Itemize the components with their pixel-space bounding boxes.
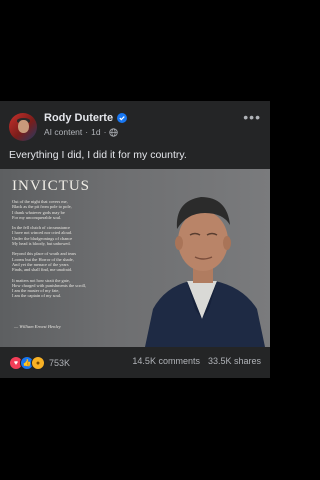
care-icon: ● (31, 356, 45, 370)
meta-separator: · (85, 127, 89, 137)
avatar-face (18, 120, 29, 133)
engagement-counts: 14.5K comments 33.5K shares (132, 356, 261, 366)
poem-line: I am the captain of my soul. (12, 293, 62, 299)
poem-line: My head is bloody, but unbowed. (12, 241, 71, 247)
shares-count[interactable]: 33.5K shares (208, 356, 261, 366)
post-time[interactable]: 1d (91, 127, 100, 137)
poem-title: INVICTUS (12, 178, 90, 194)
reactions-summary[interactable]: ♥ 👍 ● 753K (9, 356, 70, 370)
poem-stanza: It matters not how strait the gate, How … (12, 278, 137, 299)
reaction-count[interactable]: 753K (49, 358, 70, 368)
poem-stanza: Out of the night that covers me, Black a… (12, 199, 137, 220)
comments-count[interactable]: 14.5K comments (132, 356, 200, 366)
poem-line: For my unconquerable soul. (12, 214, 62, 220)
author-row: Rody Duterte (44, 112, 128, 124)
verified-badge-icon (117, 113, 128, 123)
post-stats: ♥ 👍 ● 753K 14.5K comments 33.5K shares (0, 347, 270, 378)
post-card: Rody Duterte AI content · 1d · ••• Every… (0, 101, 270, 378)
globe-icon (109, 127, 119, 137)
poem-text: Out of the night that covers me, Black a… (12, 199, 137, 304)
poem-line: Finds, and shall find, me unafraid. (12, 267, 73, 273)
ai-content-label[interactable]: AI content (44, 127, 82, 137)
poem-author: — William Ernest Henley (14, 324, 61, 329)
post-image[interactable]: INVICTUS Out of the night that covers me… (0, 169, 270, 347)
avatar[interactable] (9, 113, 37, 141)
post-meta: AI content · 1d · (44, 127, 119, 137)
poem-stanza: In the fell clutch of circumstance I hav… (12, 225, 137, 246)
portrait-illustration (145, 197, 265, 347)
post-caption: Everything I did, I did it for my countr… (9, 149, 187, 161)
meta-separator-2: · (103, 127, 107, 137)
author-name[interactable]: Rody Duterte (44, 112, 113, 124)
more-options-icon[interactable]: ••• (243, 110, 261, 124)
poem-stanza: Beyond this place of wrath and tears Loo… (12, 251, 137, 272)
